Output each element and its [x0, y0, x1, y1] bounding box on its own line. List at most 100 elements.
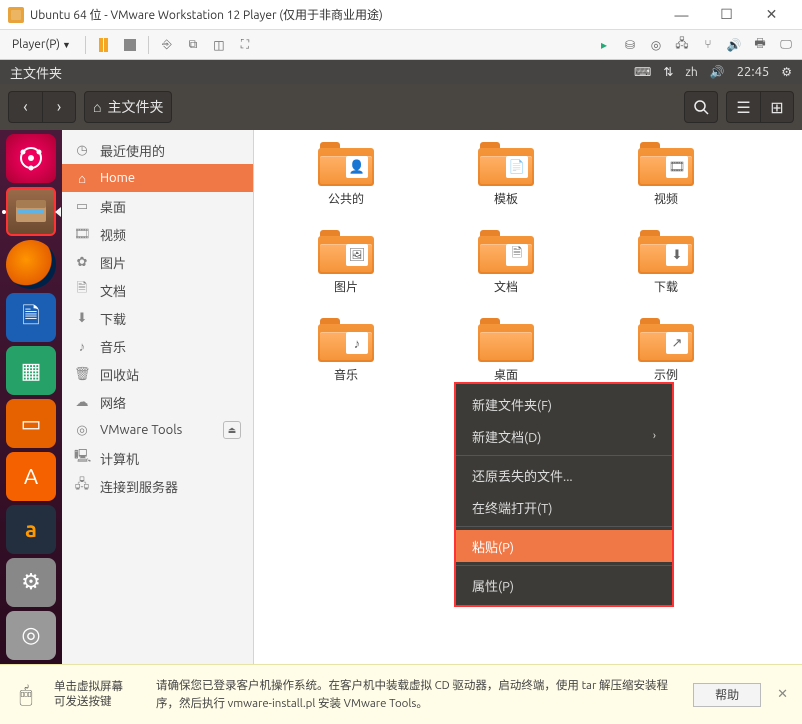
desktop-icon: ▭ — [74, 199, 90, 214]
hint-main-text: 请确保您已登录客户机操作系统。在客户机中装载虚拟 CD 驱动器，启动终端，使用 … — [156, 677, 681, 712]
sidebar-item-music[interactable]: ♪音乐 — [62, 332, 253, 360]
firefox-launcher-icon[interactable] — [6, 240, 56, 289]
minimize-button[interactable]: — — [659, 1, 704, 29]
trash-icon: 🗑 — [74, 367, 90, 382]
volume-indicator-icon[interactable]: 🔊 — [710, 65, 725, 79]
hint-left-text: 单击虚拟屏幕 可发送按键 — [54, 680, 144, 710]
dash-icon[interactable] — [6, 134, 56, 183]
unity-button[interactable]: ◫ — [209, 35, 229, 55]
hdd-icon[interactable]: ⛁ — [620, 35, 640, 55]
connect-icon: 🖧 — [74, 475, 90, 497]
sidebar-item-trash[interactable]: 🗑回收站 — [62, 360, 253, 388]
lang-indicator-icon[interactable]: zh — [685, 66, 697, 79]
context-menu-item[interactable]: 属性(P) — [456, 569, 672, 601]
amazon-launcher-icon[interactable]: a — [6, 505, 56, 554]
sound-icon[interactable]: 🔊 — [724, 35, 744, 55]
ubuntu-menubar: 主文件夹 ⌨ ⇅ zh 🔊 22:45 ⚙ — [0, 60, 802, 84]
stop-button[interactable] — [120, 35, 140, 55]
vmware-titlebar: Ubuntu 64 位 - VMware Workstation 12 Play… — [0, 0, 802, 30]
close-button[interactable]: ✕ — [749, 1, 794, 29]
network-indicator-icon[interactable]: ⇅ — [663, 65, 673, 79]
computer-icon: 🖳 — [74, 447, 90, 469]
folder-icon: 📄 — [478, 142, 534, 186]
folder-item[interactable]: 🎞视频 — [586, 142, 746, 230]
folder-item[interactable]: 🖼图片 — [266, 230, 426, 318]
context-menu-item[interactable]: 在终端打开(T) — [456, 491, 672, 523]
impress-launcher-icon[interactable]: ▭ — [6, 399, 56, 448]
back-button[interactable]: ‹ — [8, 91, 42, 123]
usb-icon[interactable]: ⑂ — [698, 35, 718, 55]
context-menu-item[interactable]: 还原丢失的文件... — [456, 459, 672, 491]
network-icon: ☁ — [74, 395, 90, 410]
keyboard-indicator-icon[interactable]: ⌨ — [634, 65, 651, 79]
vmtools-icon: ◎ — [74, 423, 90, 438]
sidebar-item-documents[interactable]: 🗎文档 — [62, 276, 253, 304]
videos-icon: 🎞 — [74, 227, 90, 242]
folder-icon: ⬇ — [638, 230, 694, 274]
software-launcher-icon[interactable]: A — [6, 452, 56, 501]
nautilus-window: ◷最近使用的⌂Home▭桌面🎞视频✿图片🗎文档⬇下载♪音乐🗑回收站☁网络◎VMw… — [62, 130, 802, 664]
folder-item[interactable]: 👤公共的 — [266, 142, 426, 230]
vmware-icon — [8, 7, 24, 23]
sidebar: ◷最近使用的⌂Home▭桌面🎞视频✿图片🗎文档⬇下载♪音乐🗑回收站☁网络◎VMw… — [62, 130, 254, 664]
folder-icon: 👤 — [318, 142, 374, 186]
context-menu-item[interactable]: 新建文档(D)› — [456, 420, 672, 452]
folder-icon: ↗ — [638, 318, 694, 362]
net-icon[interactable]: 🖧 — [672, 35, 692, 55]
maximize-button[interactable]: ☐ — [704, 1, 749, 29]
cd-icon[interactable]: ◎ — [646, 35, 666, 55]
documents-icon: 🗎 — [74, 279, 90, 301]
hint-icon: 🖱 — [10, 682, 42, 708]
context-menu: 新建文件夹(F)新建文档(D)› 还原丢失的文件...在终端打开(T) 粘贴(P) 属… — [454, 382, 674, 607]
display-icon[interactable]: 🖵 — [776, 35, 796, 55]
eject-button[interactable]: ⏏ — [223, 421, 241, 439]
device-icon[interactable]: ▸ — [594, 35, 614, 55]
sidebar-item-computer[interactable]: 🖳计算机 — [62, 444, 253, 472]
help-button[interactable]: 帮助 — [693, 683, 761, 707]
folder-icon: 🗎 — [478, 230, 534, 274]
snapshot-button[interactable]: ⧉ — [183, 35, 203, 55]
gear-icon[interactable]: ⚙ — [781, 65, 792, 79]
fullscreen-button[interactable]: ⛶ — [235, 35, 255, 55]
dvd-launcher-icon[interactable]: ◎ — [6, 611, 56, 660]
send-cad-button[interactable]: ⎆ — [157, 35, 177, 55]
sidebar-item-vmtools[interactable]: ◎VMware Tools⏏ — [62, 416, 253, 444]
path-button[interactable]: ⌂ 主文件夹 — [84, 91, 172, 123]
folder-item[interactable]: 📄模板 — [426, 142, 586, 230]
pictures-icon: ✿ — [74, 255, 90, 270]
hint-close-button[interactable]: ✕ — [773, 687, 792, 702]
home-icon: ⌂ — [93, 99, 101, 115]
player-menu[interactable]: Player(P) ▼ — [6, 36, 77, 53]
folder-item[interactable]: ⬇下载 — [586, 230, 746, 318]
grid-view-button[interactable]: ⊞ — [760, 91, 794, 123]
folder-item[interactable]: 🗎文档 — [426, 230, 586, 318]
context-menu-item[interactable]: 粘贴(P) — [456, 530, 672, 562]
sidebar-item-pictures[interactable]: ✿图片 — [62, 248, 253, 276]
menubar-title: 主文件夹 — [10, 63, 62, 82]
list-view-button[interactable]: ☰ — [726, 91, 760, 123]
sidebar-item-connect[interactable]: 🖧连接到服务器 — [62, 472, 253, 500]
files-pane[interactable]: 👤公共的📄模板🎞视频🖼图片🗎文档⬇下载♪音乐桌面↗示例 新建文件夹(F)新建文档… — [254, 130, 802, 664]
vmware-hint-bar: 🖱 单击虚拟屏幕 可发送按键 请确保您已登录客户机操作系统。在客户机中装载虚拟 … — [0, 664, 802, 724]
sidebar-item-recent[interactable]: ◷最近使用的 — [62, 136, 253, 164]
folder-icon — [478, 318, 534, 362]
sidebar-item-network[interactable]: ☁网络 — [62, 388, 253, 416]
printer-icon[interactable]: 🖶 — [750, 35, 770, 55]
files-launcher-icon[interactable] — [6, 187, 56, 236]
writer-launcher-icon[interactable]: 🗎 — [6, 293, 56, 342]
nautilus-headerbar: ‹ › ⌂ 主文件夹 ☰ ⊞ — [0, 84, 802, 130]
settings-launcher-icon[interactable]: ⚙ — [6, 558, 56, 607]
forward-button[interactable]: › — [42, 91, 76, 123]
sidebar-item-desktop[interactable]: ▭桌面 — [62, 192, 253, 220]
context-menu-item[interactable]: 新建文件夹(F) — [456, 388, 672, 420]
search-button[interactable] — [684, 91, 718, 123]
chevron-right-icon: › — [653, 430, 656, 442]
sidebar-item-videos[interactable]: 🎞视频 — [62, 220, 253, 248]
clock[interactable]: 22:45 — [737, 65, 770, 79]
pause-button[interactable] — [94, 35, 114, 55]
sidebar-item-home[interactable]: ⌂Home — [62, 164, 253, 192]
sidebar-item-downloads[interactable]: ⬇下载 — [62, 304, 253, 332]
folder-item[interactable]: ♪音乐 — [266, 318, 426, 406]
calc-launcher-icon[interactable]: ▦ — [6, 346, 56, 395]
unity-launcher: 🗎 ▦ ▭ A a ⚙ ◎ — [0, 130, 62, 664]
